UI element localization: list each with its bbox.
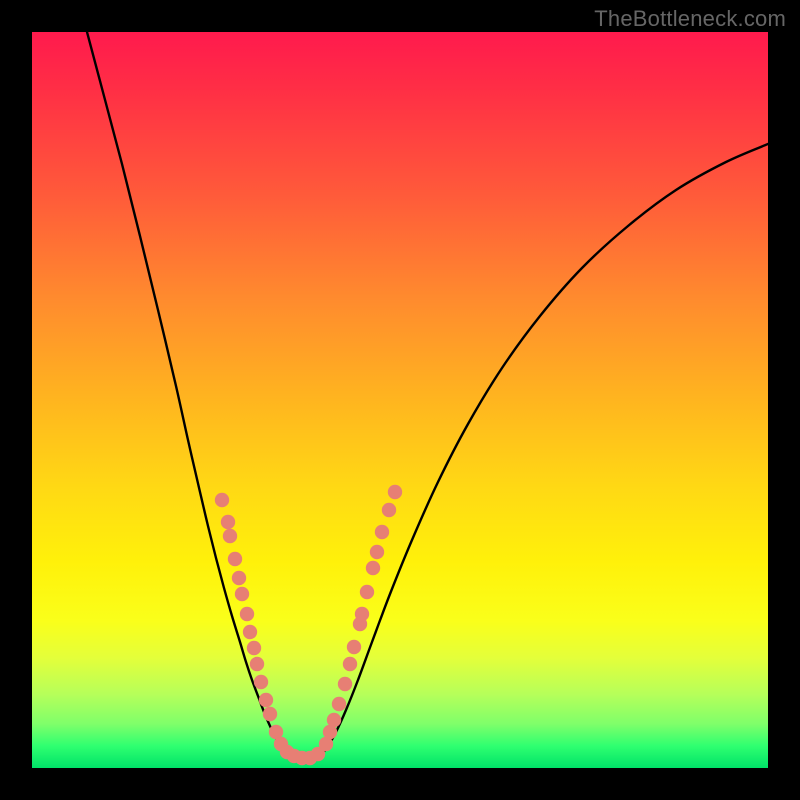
- bottleneck-curve: [87, 32, 768, 759]
- marker-dot: [228, 552, 242, 566]
- marker-dot: [382, 503, 396, 517]
- marker-dot: [360, 585, 374, 599]
- marker-dot: [347, 640, 361, 654]
- marker-dot: [235, 587, 249, 601]
- marker-dot: [332, 697, 346, 711]
- marker-dot: [375, 525, 389, 539]
- marker-dot: [355, 607, 369, 621]
- marker-dot: [343, 657, 357, 671]
- marker-dot: [240, 607, 254, 621]
- marker-dot: [247, 641, 261, 655]
- marker-dot: [263, 707, 277, 721]
- marker-dots-group: [215, 485, 402, 765]
- marker-dot: [254, 675, 268, 689]
- marker-dot: [243, 625, 257, 639]
- marker-dot: [370, 545, 384, 559]
- marker-dot: [327, 713, 341, 727]
- marker-dot: [338, 677, 352, 691]
- chart-frame: TheBottleneck.com: [0, 0, 800, 800]
- chart-plot-area: [32, 32, 768, 768]
- marker-dot: [388, 485, 402, 499]
- marker-dot: [250, 657, 264, 671]
- marker-dot: [215, 493, 229, 507]
- watermark-text: TheBottleneck.com: [594, 6, 786, 32]
- chart-svg: [32, 32, 768, 768]
- marker-dot: [366, 561, 380, 575]
- marker-dot: [223, 529, 237, 543]
- marker-dot: [259, 693, 273, 707]
- marker-dot: [232, 571, 246, 585]
- marker-dot: [221, 515, 235, 529]
